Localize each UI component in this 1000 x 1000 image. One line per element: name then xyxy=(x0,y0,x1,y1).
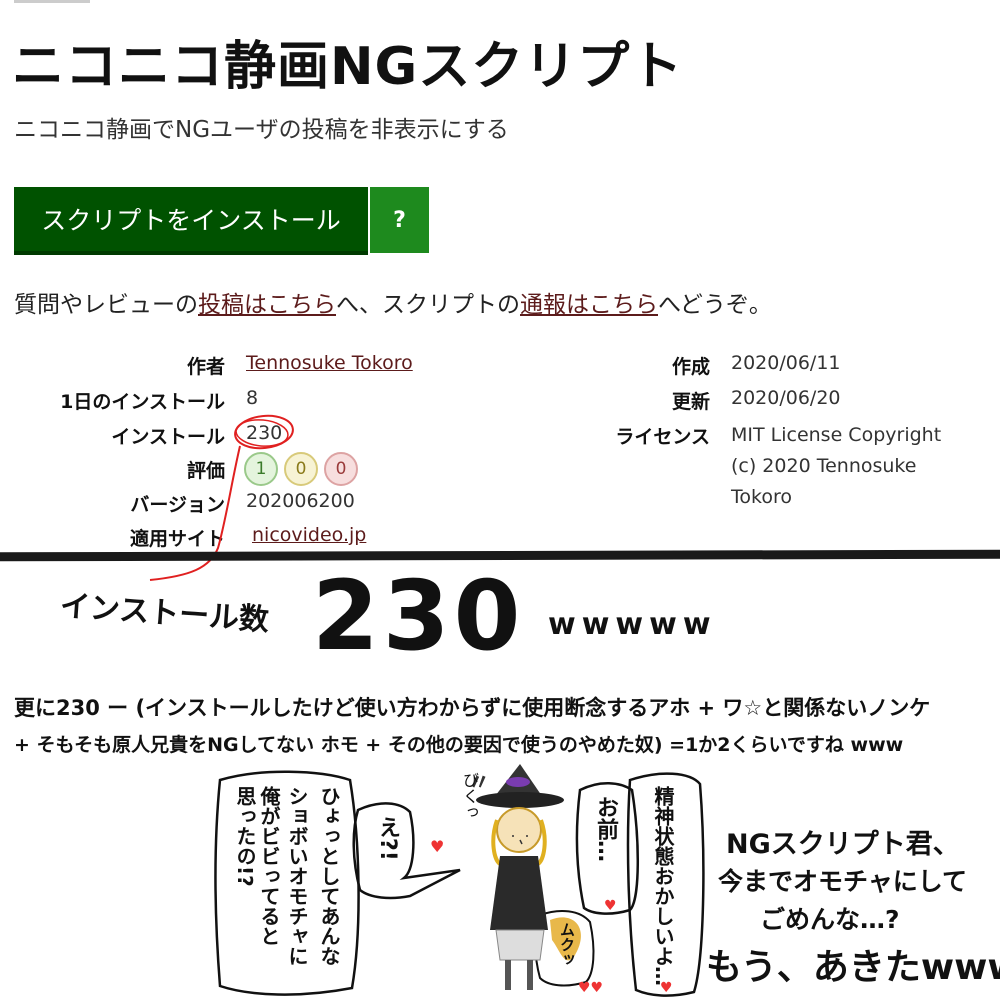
sfx-muku: ムクッ xyxy=(558,922,576,967)
sfx-bikuh: びくっ xyxy=(460,772,479,820)
bubble-right-text: お前… xyxy=(593,796,618,862)
bubble-left-col4: ひょっとしてあんな xyxy=(317,786,341,966)
heart-icon-2: ♥ xyxy=(604,898,617,914)
bubble-left-col3: ショボいオモチャに xyxy=(285,786,309,966)
ng-line3: ごめんな…? xyxy=(760,905,900,934)
hat-ribbon xyxy=(506,777,530,787)
circle-mark xyxy=(234,414,294,450)
explanation-line2: + そもそも原人兄貴をNGしてない ホモ + その他の要因で使うのやめた奴) =… xyxy=(14,734,904,756)
heart-icon-4: ♥♥ xyxy=(578,980,603,996)
bubble-e-text: え?! xyxy=(375,816,400,861)
ng-line4: もう、あきたwww xyxy=(706,947,1000,988)
heart-icon: ♥ xyxy=(430,837,444,856)
bubble-left-col2: 俺がビビってると xyxy=(257,786,281,946)
character-dress xyxy=(490,856,548,930)
explanation-line1: 更に230 ー (インストールしたけど使い方わからずに使用断念するアホ + ワ☆… xyxy=(14,696,931,720)
red-annotation xyxy=(149,414,294,581)
laugh-text: wwwww xyxy=(548,607,717,642)
character-head xyxy=(496,807,542,853)
character-apron xyxy=(495,929,545,961)
bubble-far-right-text: 精神状態おかしいよ… xyxy=(651,786,675,986)
ng-line1: NGスクリプト君、 xyxy=(726,829,960,860)
ng-line2: 今までオモチャにして xyxy=(718,867,968,896)
big-install-count: 230 xyxy=(312,560,525,672)
